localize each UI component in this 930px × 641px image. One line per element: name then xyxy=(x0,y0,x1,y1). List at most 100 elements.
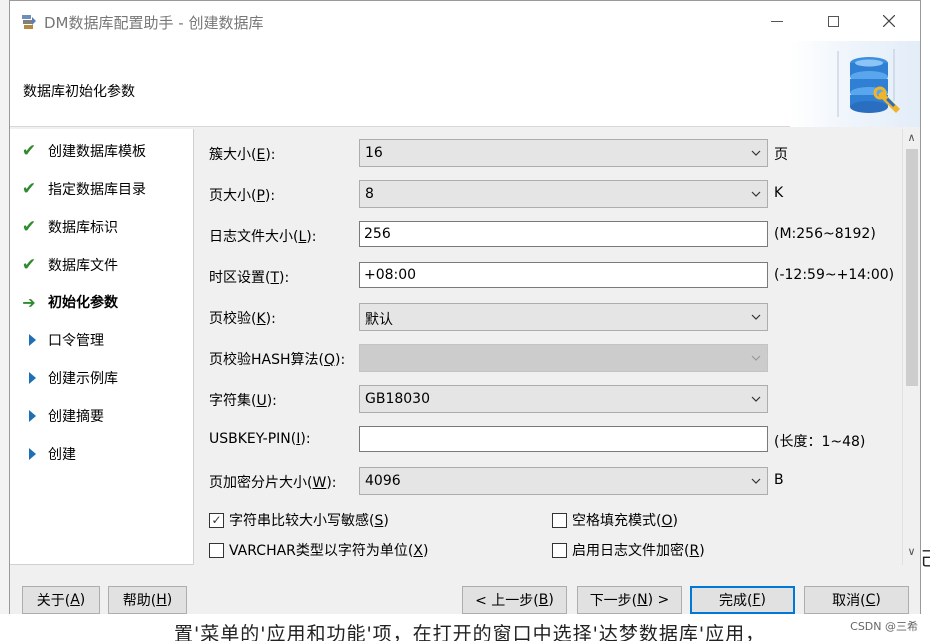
triangle-right-icon xyxy=(28,334,36,346)
checkbox-checked-icon[interactable]: ✓ xyxy=(209,512,224,528)
wizard-window: DM数据库配置助手 - 创建数据库 数据库初始化参数 ✔ 创建数据库模板 ✔ 指… xyxy=(9,0,921,614)
page-check-select[interactable]: 默认 xyxy=(359,303,768,331)
chevron-down-icon xyxy=(751,478,761,484)
app-icon xyxy=(22,15,36,29)
log-size-label: 日志文件大小(L): xyxy=(209,229,317,245)
header-graphic xyxy=(790,41,920,127)
step-label: 创建数据库模板 xyxy=(48,144,146,160)
checkmark-icon: ✔ xyxy=(21,141,37,161)
checkmark-icon: ✔ xyxy=(21,255,37,275)
step-db-identity: ✔ 数据库标识 xyxy=(10,212,194,242)
chevron-down-icon xyxy=(751,396,761,402)
arrow-right-icon: ➔ xyxy=(22,292,36,312)
steps-sidebar: ✔ 创建数据库模板 ✔ 指定数据库目录 ✔ 数据库标识 ✔ 数据库文件 ➔ 初始… xyxy=(10,129,194,565)
prev-button[interactable]: < 上一步(B) xyxy=(462,586,567,614)
triangle-right-icon xyxy=(28,410,36,422)
blank-pad-checkbox[interactable]: 空格填充模式(O) xyxy=(552,510,678,530)
scroll-up-icon[interactable]: ∧ xyxy=(903,131,920,147)
maximize-icon xyxy=(827,15,839,27)
usbkey-pin-input[interactable] xyxy=(359,426,768,452)
params-panel: 簇大小(E): 16 页 页大小(P): 8 K 日志文件大小(L): 256 … xyxy=(196,129,902,565)
chevron-down-icon xyxy=(751,355,761,361)
step-label: 创建 xyxy=(48,447,76,463)
step-label: 创建摘要 xyxy=(48,409,104,425)
vertical-scrollbar[interactable]: ∧ ∨ xyxy=(902,129,920,565)
step-label: 数据库标识 xyxy=(48,220,118,236)
page-encrypt-unit: B xyxy=(774,472,784,488)
watermark: CSDN @三希 xyxy=(850,620,918,633)
page-encrypt-value: 4096 xyxy=(365,473,401,489)
time-zone-label: 时区设置(T): xyxy=(209,270,290,286)
finish-button[interactable]: 完成(F) xyxy=(690,586,795,614)
close-icon xyxy=(883,15,895,27)
blank-pad-label: 空格填充模式(O) xyxy=(572,513,678,529)
page-check-hash-label: 页校验HASH算法(Q): xyxy=(209,352,346,368)
chevron-down-icon xyxy=(751,150,761,156)
charset-select[interactable]: GB18030 xyxy=(359,385,768,413)
step-label: 指定数据库目录 xyxy=(48,182,146,198)
extent-size-value: 16 xyxy=(365,145,383,161)
time-zone-input[interactable]: +08:00 xyxy=(359,262,768,288)
page-title: 数据库初始化参数 xyxy=(23,84,135,100)
checkbox-unchecked-icon[interactable] xyxy=(552,542,567,558)
checkbox-unchecked-icon[interactable] xyxy=(552,512,567,528)
step-sample-db: 创建示例库 xyxy=(10,363,194,393)
page-size-label: 页大小(P): xyxy=(209,188,276,204)
checkmark-icon: ✔ xyxy=(21,179,37,199)
log-size-value: 256 xyxy=(364,226,391,242)
step-db-files: ✔ 数据库文件 xyxy=(10,250,194,280)
step-summary: 创建摘要 xyxy=(10,401,194,431)
footer-bar: 关于(A) 帮助(H) < 上一步(B) 下一步(N) > 完成(F) 取消(C… xyxy=(10,566,920,614)
about-button[interactable]: 关于(A) xyxy=(22,586,100,614)
page-header: 数据库初始化参数 xyxy=(10,41,920,127)
chevron-down-icon xyxy=(751,314,761,320)
page-size-unit: K xyxy=(774,185,784,201)
extent-size-label: 簇大小(E): xyxy=(209,147,276,163)
log-size-input[interactable]: 256 xyxy=(359,221,768,247)
time-zone-range: (-12:59~+14:00) xyxy=(774,267,895,283)
step-label: 数据库文件 xyxy=(48,258,118,274)
extent-size-unit: 页 xyxy=(774,147,788,163)
scroll-down-icon[interactable]: ∨ xyxy=(903,545,920,561)
maximize-button[interactable] xyxy=(810,1,856,41)
step-password: 口令管理 xyxy=(10,325,194,355)
case-sensitive-label: 字符串比较大小写敏感(S) xyxy=(229,513,389,529)
checkmark-icon: ✔ xyxy=(21,217,37,237)
charset-value: GB18030 xyxy=(365,391,430,407)
varchar-char-label: VARCHAR类型以字符为单位(X) xyxy=(229,543,429,559)
minimize-button[interactable] xyxy=(754,1,800,41)
step-init-params: ➔ 初始化参数 xyxy=(10,287,194,317)
varchar-char-checkbox[interactable]: VARCHAR类型以字符为单位(X) xyxy=(209,540,428,560)
title-bar[interactable]: DM数据库配置助手 - 创建数据库 xyxy=(10,1,920,41)
step-create: 创建 xyxy=(10,439,194,469)
triangle-right-icon xyxy=(28,372,36,384)
checkbox-unchecked-icon[interactable] xyxy=(209,542,224,558)
window-title: DM数据库配置助手 - 创建数据库 xyxy=(44,14,264,32)
scrollbar-thumb[interactable] xyxy=(906,149,918,386)
page-size-select[interactable]: 8 xyxy=(359,180,768,208)
next-button[interactable]: 下一步(N) > xyxy=(577,586,682,614)
charset-label: 字符集(U): xyxy=(209,393,277,409)
help-button[interactable]: 帮助(H) xyxy=(108,586,187,614)
step-create-template: ✔ 创建数据库模板 xyxy=(10,136,194,166)
log-encrypt-label: 启用日志文件加密(R) xyxy=(572,543,705,559)
case-sensitive-checkbox[interactable]: ✓ 字符串比较大小写敏感(S) xyxy=(209,510,389,530)
page-check-value: 默认 xyxy=(365,312,393,328)
step-label: 口令管理 xyxy=(48,333,104,349)
close-button[interactable] xyxy=(866,1,912,41)
time-zone-value: +08:00 xyxy=(364,267,417,283)
page-check-label: 页校验(K): xyxy=(209,311,276,327)
database-config-icon xyxy=(837,49,900,117)
log-size-range: (M:256~8192) xyxy=(774,226,876,242)
cancel-button[interactable]: 取消(C) xyxy=(804,586,909,614)
usbkey-pin-range: (长度：1~48) xyxy=(774,434,866,450)
usbkey-pin-label: USBKEY-PIN(I): xyxy=(209,431,311,447)
background-text: 置'菜单的'应用和功能'项，在打开的窗口中选择'达梦数据库'应用， xyxy=(174,623,766,641)
minimize-icon xyxy=(771,20,783,22)
extent-size-select[interactable]: 16 xyxy=(359,139,768,167)
chevron-down-icon xyxy=(751,191,761,197)
log-encrypt-checkbox[interactable]: 启用日志文件加密(R) xyxy=(552,540,705,560)
page-size-value: 8 xyxy=(365,186,374,202)
page-encrypt-select[interactable]: 4096 xyxy=(359,467,768,495)
page-encrypt-label: 页加密分片大小(W): xyxy=(209,475,337,491)
